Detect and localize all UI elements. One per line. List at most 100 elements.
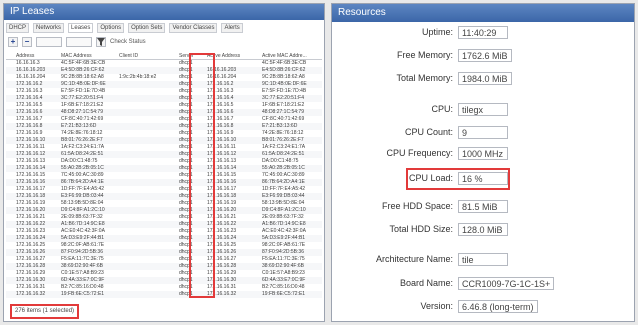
table-row[interactable]: 172.16.16.4 3C:77:E2:20:51:F4 dhcp1 172.16.… bbox=[6, 95, 322, 102]
status-bar: 276 items (1 selected) bbox=[10, 304, 80, 319]
cell-client-id bbox=[117, 179, 177, 186]
tab-options[interactable]: Options bbox=[97, 23, 125, 33]
table-row[interactable]: 172.16.16.32 19:FB:6E:C5:72:E1 dhcp1 172.16… bbox=[6, 291, 322, 298]
table-row[interactable]: 16.16.16.203 E4:5D:8B:26:CF:62 dhcp1 16.16.… bbox=[6, 67, 322, 74]
header-client-id[interactable]: Client ID bbox=[117, 52, 177, 60]
cell-address: 172.16.16.14 bbox=[14, 165, 59, 172]
cell-mac-address: 9C:2B:8B:18:62:A8 bbox=[61, 74, 104, 80]
cell-address: 172.16.16.18 bbox=[14, 193, 59, 200]
cell-mac-address: DA:D0:C1:48:75 bbox=[61, 158, 98, 164]
cell-address: 172.16.16.27 bbox=[16, 256, 46, 262]
row-flag bbox=[6, 151, 14, 158]
table-row[interactable]: 16.16.16.204 9C:2B:8B:18:62:A8 1:9c:2b:4b:… bbox=[6, 74, 322, 81]
cell-address: 172.16.16.11 bbox=[16, 144, 45, 150]
resource-value: 81.5 MiB bbox=[458, 199, 508, 213]
cell-active-mac-address: A1:B6:7D:14:9C:E8 bbox=[260, 221, 322, 228]
tab-alerts[interactable]: Alerts bbox=[221, 23, 243, 33]
table-row[interactable]: 172.16.16.3 E7:5F:FD:1E:7D:4B dhcp1 172.16.… bbox=[6, 88, 322, 95]
remove-button[interactable]: − bbox=[22, 37, 32, 47]
cell-active-mac-address: E3:F6:99:DB:03:44 bbox=[260, 193, 322, 200]
table-row[interactable]: 172.16.16.27 F5:EA:11:7C:3E:75 dhcp1 172.16… bbox=[6, 256, 322, 263]
table-row[interactable]: 172.16.16.24 5A:D3:E9:2F:44:B1 dhcp1 172.16… bbox=[6, 235, 322, 242]
table-row[interactable]: 172.16.16.21 2E:09:8B:63:7F:32 dhcp1 172.16… bbox=[6, 214, 322, 221]
table-row[interactable]: 172.16.16.31 B2:7C:85:16:D0:48 dhcp1 172.16… bbox=[6, 284, 322, 291]
cell-active-mac-address: E7:21:B3:13:6D bbox=[260, 123, 322, 130]
row-flag bbox=[6, 95, 14, 102]
toolbar-field[interactable] bbox=[66, 37, 92, 47]
cell-active-mac-address: B2:7C:85:16:D0:48 bbox=[262, 284, 305, 290]
resource-value: 1000 MHz bbox=[458, 146, 508, 160]
resource-value: 11:40:29 bbox=[458, 25, 508, 39]
cell-client-id bbox=[117, 291, 177, 298]
cell-mac-address: 19:FB:6E:C5:72:E1 bbox=[59, 291, 117, 298]
row-flag bbox=[6, 88, 14, 95]
table-row[interactable]: 172.16.16.20 D9:C4:8F:A1:2C:10 dhcp1 172.16… bbox=[6, 207, 322, 214]
add-button[interactable]: + bbox=[8, 37, 18, 47]
table-row[interactable]: 172.16.16.13 DA:D0:C1:48:75 dhcp1 172.16.16… bbox=[6, 158, 322, 165]
table-row[interactable]: 172.16.16.11 1A:F2:C3:24:E1:7A dhcp1 172.16… bbox=[6, 144, 322, 151]
toolbar-field[interactable] bbox=[36, 37, 62, 47]
row-flag bbox=[6, 200, 14, 207]
check-status-button[interactable]: Check Status bbox=[110, 39, 146, 45]
cell-active-mac-address: 3C:77:E2:20:51:F4 bbox=[260, 95, 322, 102]
cell-client-id bbox=[117, 200, 177, 207]
cell-mac-address: E7:21:B3:13:6D bbox=[59, 123, 117, 130]
cell-active-mac-address: 2E:09:8B:63:7F:32 bbox=[262, 214, 304, 220]
cell-client-id bbox=[117, 67, 177, 74]
resource-value: tile bbox=[458, 252, 508, 266]
cell-address: 172.16.16.32 bbox=[14, 291, 59, 298]
table-row[interactable]: 172.16.16.29 C0:1E:57:A8:B9:23 dhcp1 172.16… bbox=[6, 270, 322, 277]
table-row[interactable]: 172.16.16.26 87:F0:94:2D:5B:36 dhcp1 172.16… bbox=[6, 249, 322, 256]
cell-client-id bbox=[117, 116, 177, 123]
cell-mac-address: 2E:09:8B:63:7F:32 bbox=[61, 214, 103, 220]
cell-address: 172.16.16.25 bbox=[16, 242, 46, 248]
table-row[interactable]: 172.16.16.14 55:A0:2B:2B:05:1C dhcp1 172.16… bbox=[6, 165, 322, 172]
table-row[interactable]: 172.16.16.10 B8:01:76:26:2E:F7 dhcp1 172.16… bbox=[6, 137, 322, 144]
filter-icon[interactable] bbox=[96, 37, 106, 47]
cell-active-mac-address: 7C:45:00:AC:30:89 bbox=[262, 172, 305, 178]
header-address[interactable]: Address bbox=[14, 52, 59, 60]
cell-address: 172.16.16.2 bbox=[14, 81, 59, 88]
table-row[interactable]: 172.16.16.22 A1:B6:7D:14:9C:E8 dhcp1 172.16… bbox=[6, 221, 322, 228]
resource-label: CPU Frequency: bbox=[386, 148, 453, 158]
cell-mac-address: D9:C4:8F:A1:2C:10 bbox=[59, 207, 117, 214]
table-row[interactable]: 172.16.16.5 1F:6B:E7:18:21:E2 dhcp1 172.16.… bbox=[6, 102, 322, 109]
table-row[interactable]: 172.16.16.15 7C:45:00:AC:30:89 dhcp1 172.16… bbox=[6, 172, 322, 179]
table-row[interactable]: 16.16.16.3 4C:5F:4F:6B:3E:CB dhcp1 4C:5F:4F… bbox=[6, 60, 322, 68]
tab-leases[interactable]: Leases bbox=[68, 23, 94, 33]
table-row[interactable]: 172.16.16.23 AC:E0:4C:42:3F:0A dhcp1 172.16… bbox=[6, 228, 322, 235]
tab-option-sets[interactable]: Option Sets bbox=[128, 23, 166, 33]
cell-address: 172.16.16.4 bbox=[14, 95, 59, 102]
cell-client-id bbox=[117, 151, 177, 158]
header-mac-address[interactable]: MAC Address bbox=[59, 52, 117, 60]
cell-address: 172.16.16.3 bbox=[16, 88, 43, 94]
table-row[interactable]: 172.16.16.25 98:2C:0F:AB:61:7E dhcp1 172.16… bbox=[6, 242, 322, 249]
table-row[interactable]: 172.16.16.12 61:5A:D8:24:2E:51 dhcp1 172.16… bbox=[6, 151, 322, 158]
table-row[interactable]: 172.16.16.18 E3:F6:99:DB:03:44 dhcp1 172.16… bbox=[6, 193, 322, 200]
resource-value: CCR1009-7G-1C-1S+ bbox=[458, 276, 555, 290]
table-row[interactable]: 172.16.16.9 74:2E:8E:76:18:12 dhcp1 172.16.… bbox=[6, 130, 322, 137]
tab-networks[interactable]: Networks bbox=[33, 23, 65, 33]
tab-vendor-classes[interactable]: Vendor Classes bbox=[169, 23, 218, 33]
table-row[interactable]: 172.16.16.30 6D:4A:33:E7:0C:9F dhcp1 172.16… bbox=[6, 277, 322, 284]
header-flag bbox=[6, 52, 14, 60]
cell-client-id bbox=[117, 193, 177, 200]
table-row[interactable]: 172.16.16.16 86:7B:64:2D:A4:1E dhcp1 172.16… bbox=[6, 179, 322, 186]
table-row[interactable]: 172.16.16.8 E7:21:B3:13:6D dhcp1 172.16.16.… bbox=[6, 123, 322, 130]
cell-active-mac-address: 6D:4A:33:E7:0C:9F bbox=[260, 277, 322, 284]
table-row[interactable]: 172.16.16.2 9C:1D:4B:0E:DF:6E dhcp1 172.16.… bbox=[6, 81, 322, 88]
cell-mac-address: 1F:6B:E7:18:21:E2 bbox=[61, 102, 104, 108]
cell-mac-address: B8:01:76:26:2E:F7 bbox=[59, 137, 117, 144]
table-row[interactable]: 172.16.16.6 48:D8:27:1C:54:79 dhcp1 172.16.… bbox=[6, 109, 322, 116]
tab-dhcp[interactable]: DHCP bbox=[6, 23, 30, 33]
cell-active-mac-address: 86:7B:64:2D:A4:1E bbox=[260, 179, 322, 186]
cell-active-mac-address: D9:C4:8F:A1:2C:10 bbox=[260, 207, 322, 214]
cell-active-mac-address: AC:E0:4C:42:3F:0A bbox=[262, 228, 306, 234]
table-row[interactable]: 172.16.16.28 38:69:D2:90:4F:6B dhcp1 172.16… bbox=[6, 263, 322, 270]
row-flag bbox=[6, 214, 14, 221]
table-row[interactable]: 172.16.16.7 CF:8C:40:71:42:69 dhcp1 172.16.… bbox=[6, 116, 322, 123]
header-active-mac-address[interactable]: Active MAC Addre... bbox=[260, 52, 322, 60]
cell-address: 172.16.16.19 bbox=[16, 200, 46, 206]
table-row[interactable]: 172.16.16.17 1D:FF:7F:E4:A5:42 dhcp1 172.16… bbox=[6, 186, 322, 193]
table-row[interactable]: 172.16.16.19 58:13:9B:5D:8E:04 dhcp1 172.16… bbox=[6, 200, 322, 207]
